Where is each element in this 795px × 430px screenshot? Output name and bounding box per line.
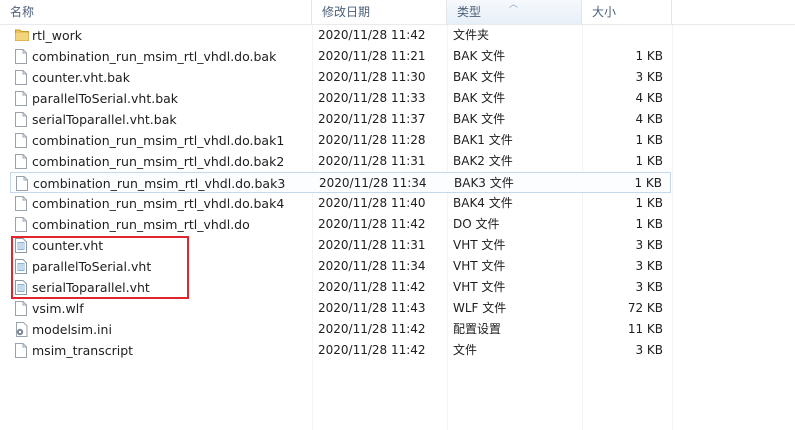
file-icon xyxy=(15,70,27,85)
file-date: 2020/11/28 11:33 xyxy=(318,91,426,105)
file-type: 文件夹 xyxy=(453,28,490,42)
file-date: 2020/11/28 11:31 xyxy=(318,154,426,168)
file-date: 2020/11/28 11:31 xyxy=(318,238,426,252)
file-name: combination_run_msim_rtl_vhdl.do.bak xyxy=(32,49,277,64)
file-icon xyxy=(16,176,28,191)
file-row[interactable]: combination_run_msim_rtl_vhdl.do 2020/11/… xyxy=(10,214,671,235)
file-size: 4 KB xyxy=(635,112,663,126)
file-type: 配置设置 xyxy=(453,322,502,336)
column-header-type-label: 类型 xyxy=(457,5,482,19)
file-size: 1 KB xyxy=(635,49,663,63)
file-date: 2020/11/28 11:42 xyxy=(318,322,426,336)
file-row[interactable]: combination_run_msim_rtl_vhdl.do.bak4 202… xyxy=(10,193,671,214)
file-type: WLF 文件 xyxy=(453,301,507,315)
file-type: BAK3 文件 xyxy=(454,176,514,190)
column-header-type[interactable]: ︿ 类型 xyxy=(447,0,582,24)
file-size: 3 KB xyxy=(635,343,663,357)
file-name: combination_run_msim_rtl_vhdl.do.bak2 xyxy=(32,154,285,169)
file-type: BAK 文件 xyxy=(453,112,506,126)
column-header-name-label: 名称 xyxy=(10,5,35,19)
file-row[interactable]: combination_run_msim_rtl_vhdl.do.bak1 202… xyxy=(10,130,671,151)
file-row[interactable]: rtl_work 2020/11/28 11:42 文件夹 xyxy=(10,25,671,46)
column-divider xyxy=(672,25,673,430)
file-type: BAK4 文件 xyxy=(453,196,513,210)
folder-icon xyxy=(15,28,29,43)
file-size: 3 KB xyxy=(635,238,663,252)
column-header-bar: 名称 修改日期 ︿ 类型 大小 xyxy=(0,0,795,24)
settings-file-icon xyxy=(15,322,28,337)
file-size: 72 KB xyxy=(627,301,663,315)
file-date: 2020/11/28 11:42 xyxy=(318,280,426,294)
file-size: 1 KB xyxy=(635,133,663,147)
column-header-date[interactable]: 修改日期 xyxy=(312,0,447,24)
file-icon xyxy=(15,301,27,316)
file-size: 1 KB xyxy=(635,196,663,210)
file-type: DO 文件 xyxy=(453,217,500,231)
file-row[interactable]: msim_transcript 2020/11/28 11:42 文件 3 KB xyxy=(10,340,671,361)
file-row[interactable]: combination_run_msim_rtl_vhdl.do.bak3 202… xyxy=(10,172,671,193)
file-type: BAK2 文件 xyxy=(453,154,513,168)
file-name: msim_transcript xyxy=(32,343,134,358)
file-size: 1 KB xyxy=(635,154,663,168)
file-size: 11 KB xyxy=(627,322,663,336)
column-header-empty xyxy=(672,0,795,24)
file-name: vsim.wlf xyxy=(32,301,84,316)
file-type: BAK 文件 xyxy=(453,91,506,105)
file-name: rtl_work xyxy=(32,28,83,43)
file-row[interactable]: combination_run_msim_rtl_vhdl.do.bak2 202… xyxy=(10,151,671,172)
file-date: 2020/11/28 11:21 xyxy=(318,49,426,63)
file-type: BAK 文件 xyxy=(453,49,506,63)
file-icon xyxy=(15,112,27,127)
file-row[interactable]: vsim.wlf 2020/11/28 11:43 WLF 文件 72 KB xyxy=(10,298,671,319)
file-date: 2020/11/28 11:37 xyxy=(318,112,426,126)
file-icon xyxy=(15,133,27,148)
file-name: combination_run_msim_rtl_vhdl.do xyxy=(32,217,250,232)
file-name: serialToparallel.vht.bak xyxy=(32,112,177,127)
file-icon xyxy=(15,343,27,358)
file-icon xyxy=(15,196,27,211)
file-size: 3 KB xyxy=(635,280,663,294)
file-date: 2020/11/28 11:40 xyxy=(318,196,426,210)
file-row[interactable]: combination_run_msim_rtl_vhdl.do.bak 2020… xyxy=(10,46,671,67)
file-icon xyxy=(15,217,27,232)
file-row[interactable]: modelsim.ini 2020/11/28 11:42 配置设置 11 KB xyxy=(10,319,671,340)
column-header-size[interactable]: 大小 xyxy=(582,0,672,24)
file-name: combination_run_msim_rtl_vhdl.do.bak4 xyxy=(32,196,285,211)
file-date: 2020/11/28 11:42 xyxy=(318,343,426,357)
file-size: 3 KB xyxy=(635,259,663,273)
file-date: 2020/11/28 11:43 xyxy=(318,301,426,315)
file-size: 1 KB xyxy=(634,176,662,190)
file-row[interactable]: parallelToSerial.vht.bak 2020/11/28 11:33… xyxy=(10,88,671,109)
file-type: BAK 文件 xyxy=(453,70,506,84)
file-date: 2020/11/28 11:42 xyxy=(318,28,426,42)
column-header-date-label: 修改日期 xyxy=(322,5,371,19)
sort-ascending-icon: ︿ xyxy=(509,0,519,10)
file-size: 4 KB xyxy=(635,91,663,105)
file-date: 2020/11/28 11:30 xyxy=(318,70,426,84)
file-name: combination_run_msim_rtl_vhdl.do.bak3 xyxy=(33,176,286,191)
file-date: 2020/11/28 11:34 xyxy=(318,259,426,273)
column-header-name[interactable]: 名称 xyxy=(0,0,312,24)
file-date: 2020/11/28 11:42 xyxy=(318,217,426,231)
file-icon xyxy=(15,91,27,106)
file-size: 3 KB xyxy=(635,70,663,84)
file-name: combination_run_msim_rtl_vhdl.do.bak1 xyxy=(32,133,285,148)
file-type: BAK1 文件 xyxy=(453,133,513,147)
highlight-box xyxy=(11,236,189,299)
file-type: VHT 文件 xyxy=(453,259,506,273)
file-date: 2020/11/28 11:28 xyxy=(318,133,426,147)
file-type: VHT 文件 xyxy=(453,238,506,252)
file-row[interactable]: counter.vht.bak 2020/11/28 11:30 BAK 文件 3 K… xyxy=(10,67,671,88)
file-date: 2020/11/28 11:34 xyxy=(319,176,427,190)
column-header-size-label: 大小 xyxy=(592,5,617,19)
file-name: modelsim.ini xyxy=(32,322,112,337)
file-row[interactable]: serialToparallel.vht.bak 2020/11/28 11:37… xyxy=(10,109,671,130)
file-icon xyxy=(15,49,27,64)
file-icon xyxy=(15,154,27,169)
file-type: 文件 xyxy=(453,343,478,357)
file-name: parallelToSerial.vht.bak xyxy=(32,91,179,106)
file-name: counter.vht.bak xyxy=(32,70,130,85)
file-size: 1 KB xyxy=(635,217,663,231)
file-type: VHT 文件 xyxy=(453,280,506,294)
